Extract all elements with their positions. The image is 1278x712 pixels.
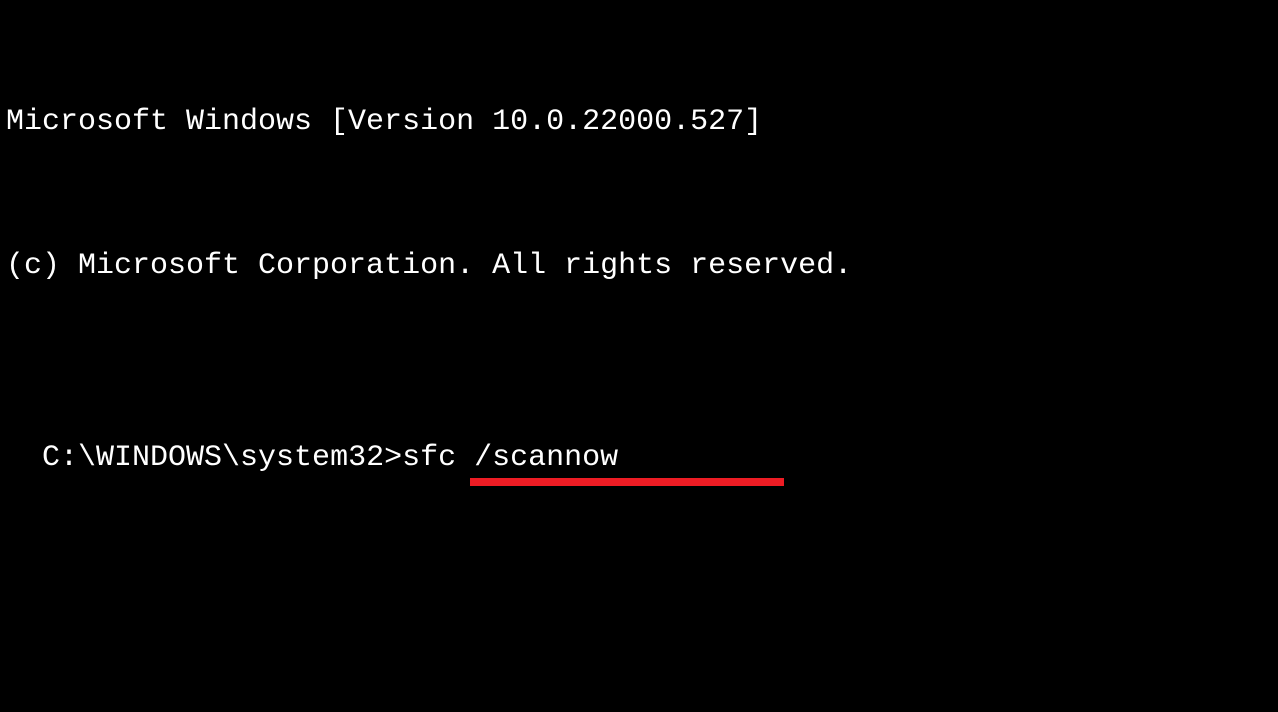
- terminal-output[interactable]: Microsoft Windows [Version 10.0.22000.52…: [6, 2, 1272, 482]
- version-line: Microsoft Windows [Version 10.0.22000.52…: [6, 98, 1272, 146]
- prompt-line: C:\WINDOWS\system32>sfc /scannow: [42, 434, 618, 482]
- copyright-line: (c) Microsoft Corporation. All rights re…: [6, 242, 1272, 290]
- prompt-path: C:\WINDOWS\system32>: [42, 441, 402, 475]
- underline-annotation-icon: [470, 478, 784, 486]
- command-input[interactable]: sfc /scannow: [402, 441, 618, 475]
